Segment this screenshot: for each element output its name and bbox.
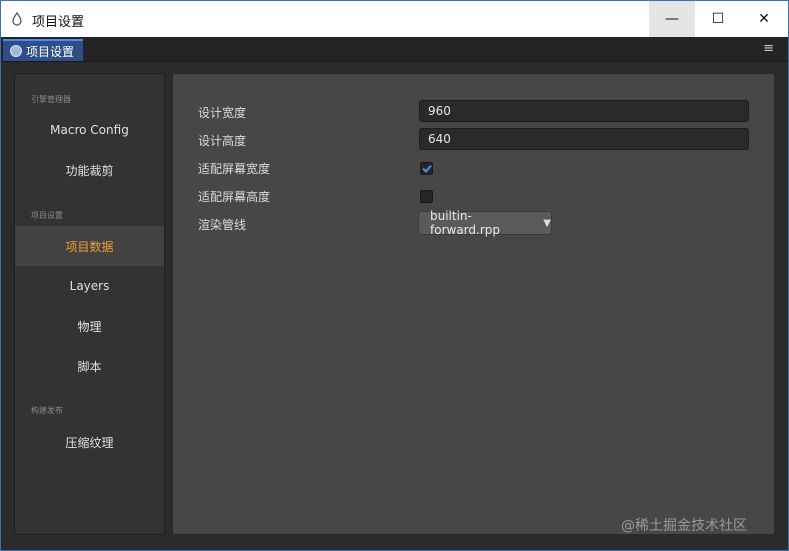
render-pipeline-select[interactable]: builtin-forward.rpp ▼ xyxy=(418,209,552,237)
settings-window: 项目设置 — ☐ ✕ 项目设置 ≡ 引擎管理器 Macro Config 功能裁… xyxy=(0,0,789,551)
group-title-engine: 引擎管理器 xyxy=(31,95,71,104)
panel-menu-icon[interactable]: ≡ xyxy=(763,41,774,56)
fit-height-label: 适配屏幕高度 xyxy=(198,190,271,204)
minimize-icon: — xyxy=(665,11,679,27)
tab-strip: 项目设置 ≡ xyxy=(1,37,788,62)
sidebar-item-feature-cropping[interactable]: 功能裁剪 xyxy=(15,150,164,190)
tab-label: 项目设置 xyxy=(26,44,75,59)
design-width-label: 设计宽度 xyxy=(198,106,247,120)
checkmark-icon xyxy=(421,164,432,173)
sidebar-item-project-data[interactable]: 项目数据 xyxy=(15,226,164,266)
title-bar[interactable]: 项目设置 — ☐ ✕ xyxy=(1,1,788,37)
render-pipeline-label: 渲染管线 xyxy=(198,218,247,232)
settings-sidebar: 引擎管理器 Macro Config 功能裁剪 项目设置 项目数据 Layers… xyxy=(14,73,165,535)
settings-tab-icon xyxy=(10,45,22,57)
window-title: 项目设置 xyxy=(32,15,85,30)
sidebar-item-macro-config[interactable]: Macro Config xyxy=(15,110,164,150)
sidebar-item-physics[interactable]: 物理 xyxy=(15,306,164,346)
fit-width-checkbox[interactable] xyxy=(420,162,433,175)
sidebar-item-layers[interactable]: Layers xyxy=(15,266,164,306)
minimize-button[interactable]: — xyxy=(649,1,695,37)
dropdown-arrow-icon: ▼ xyxy=(543,217,551,229)
maximize-button[interactable]: ☐ xyxy=(695,1,741,37)
sidebar-item-texture-compression[interactable]: 压缩纹理 xyxy=(15,422,164,462)
watermark: @稀土掘金技术社区 xyxy=(621,518,747,534)
fit-width-label: 适配屏幕宽度 xyxy=(198,162,271,176)
render-pipeline-value: builtin-forward.rpp xyxy=(430,209,500,237)
fit-height-checkbox[interactable] xyxy=(420,190,433,203)
sidebar-item-scripts[interactable]: 脚本 xyxy=(15,346,164,386)
close-button[interactable]: ✕ xyxy=(741,1,787,37)
design-height-label: 设计高度 xyxy=(198,134,247,148)
design-height-input[interactable]: 640 xyxy=(419,128,749,150)
design-width-input[interactable]: 960 xyxy=(419,100,749,122)
close-icon: ✕ xyxy=(758,11,770,27)
app-droplet-icon xyxy=(12,12,22,26)
tab-project-settings[interactable]: 项目设置 xyxy=(3,39,83,61)
settings-content: 设计宽度 960 设计高度 640 适配屏幕宽度 适配屏幕高度 渲染管线 bui… xyxy=(172,73,775,535)
maximize-icon: ☐ xyxy=(711,11,725,27)
group-title-project: 项目设置 xyxy=(31,211,63,220)
group-title-build: 构建发布 xyxy=(31,406,63,415)
